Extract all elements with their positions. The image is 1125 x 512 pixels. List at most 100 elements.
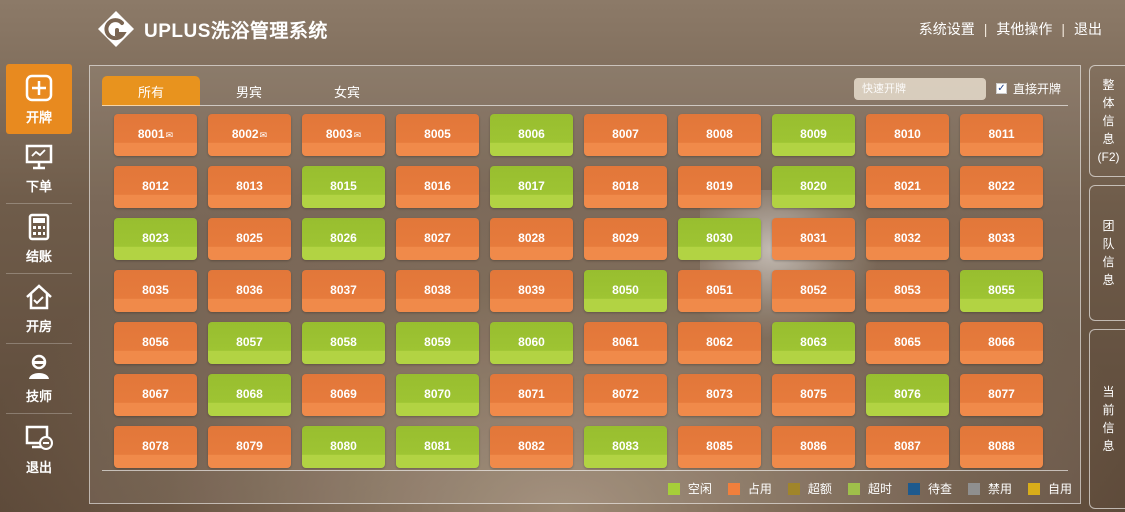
- room-card-8017[interactable]: 8017: [490, 166, 573, 208]
- room-card-8005[interactable]: 8005: [396, 114, 479, 156]
- tab-male[interactable]: 男宾: [200, 76, 298, 106]
- room-card-8010[interactable]: 8010: [866, 114, 949, 156]
- room-card-8059[interactable]: 8059: [396, 322, 479, 364]
- logout-link[interactable]: 退出: [1065, 19, 1111, 39]
- room-card-8072[interactable]: 8072: [584, 374, 667, 416]
- sidebar-item-logout[interactable]: 退出: [6, 414, 72, 484]
- room-card-8016[interactable]: 8016: [396, 166, 479, 208]
- room-card-8088[interactable]: 8088: [960, 426, 1043, 468]
- current-info-button[interactable]: 当前信息: [1089, 329, 1125, 509]
- room-card-8067[interactable]: 8067: [114, 374, 197, 416]
- room-card-8087[interactable]: 8087: [866, 426, 949, 468]
- room-card-8019[interactable]: 8019: [678, 166, 761, 208]
- room-card-8021[interactable]: 8021: [866, 166, 949, 208]
- room-card-8038[interactable]: 8038: [396, 270, 479, 312]
- room-card-8037[interactable]: 8037: [302, 270, 385, 312]
- room-card-8026[interactable]: 8026: [302, 218, 385, 260]
- sidebar-item-open-card[interactable]: 开牌: [6, 64, 72, 134]
- tab-all[interactable]: 所有: [102, 76, 200, 106]
- room-card-8031[interactable]: 8031: [772, 218, 855, 260]
- room-card-8055[interactable]: 8055: [960, 270, 1043, 312]
- room-card-8015[interactable]: 8015: [302, 166, 385, 208]
- room-card-8002[interactable]: 8002 ✉: [208, 114, 291, 156]
- room-card-8030[interactable]: 8030: [678, 218, 761, 260]
- room-card-8050[interactable]: 8050: [584, 270, 667, 312]
- sidebar-item-technician[interactable]: 技师: [6, 344, 72, 414]
- room-card-8007[interactable]: 8007: [584, 114, 667, 156]
- other-operations-link[interactable]: 其他操作: [987, 19, 1061, 39]
- room-card-8060[interactable]: 8060: [490, 322, 573, 364]
- room-number: 8071: [518, 387, 545, 401]
- room-card-8066[interactable]: 8066: [960, 322, 1043, 364]
- room-number: 8072: [612, 387, 639, 401]
- room-card-8079[interactable]: 8079: [208, 426, 291, 468]
- room-card-8086[interactable]: 8086: [772, 426, 855, 468]
- room-card-8081[interactable]: 8081: [396, 426, 479, 468]
- room-card-8068[interactable]: 8068: [208, 374, 291, 416]
- room-card-8022[interactable]: 8022: [960, 166, 1043, 208]
- room-card-8058[interactable]: 8058: [302, 322, 385, 364]
- room-card-8023[interactable]: 8023: [114, 218, 197, 260]
- room-card-8056[interactable]: 8056: [114, 322, 197, 364]
- room-card-8035[interactable]: 8035: [114, 270, 197, 312]
- room-card-8032[interactable]: 8032: [866, 218, 949, 260]
- room-card-8071[interactable]: 8071: [490, 374, 573, 416]
- room-card-8008[interactable]: 8008: [678, 114, 761, 156]
- room-card-8078[interactable]: 8078: [114, 426, 197, 468]
- room-number: 8007: [612, 127, 639, 141]
- room-card-8028[interactable]: 8028: [490, 218, 573, 260]
- sidebar-item-open-room[interactable]: 开房: [6, 274, 72, 344]
- room-card-8052[interactable]: 8052: [772, 270, 855, 312]
- room-card-8006[interactable]: 8006: [490, 114, 573, 156]
- room-card-8003[interactable]: 8003 ✉: [302, 114, 385, 156]
- room-card-8073[interactable]: 8073: [678, 374, 761, 416]
- room-card-8070[interactable]: 8070: [396, 374, 479, 416]
- room-number: 8005: [424, 127, 451, 141]
- room-card-8012[interactable]: 8012: [114, 166, 197, 208]
- overall-info-button[interactable]: 整体信息 (F2): [1089, 65, 1125, 177]
- room-card-8011[interactable]: 8011: [960, 114, 1043, 156]
- room-card-8065[interactable]: 8065: [866, 322, 949, 364]
- room-card-8020[interactable]: 8020: [772, 166, 855, 208]
- tab-female[interactable]: 女宾: [298, 76, 396, 106]
- sidebar-item-checkout[interactable]: 结账: [6, 204, 72, 274]
- room-card-8053[interactable]: 8053: [866, 270, 949, 312]
- room-card-8033[interactable]: 8033: [960, 218, 1043, 260]
- sidebar-item-order[interactable]: 下单: [6, 134, 72, 204]
- room-card-8025[interactable]: 8025: [208, 218, 291, 260]
- room-card-8063[interactable]: 8063: [772, 322, 855, 364]
- sidebar: 开牌 下单 结账 开房 技师 退出: [6, 64, 72, 484]
- room-card-8062[interactable]: 8062: [678, 322, 761, 364]
- room-card-8082[interactable]: 8082: [490, 426, 573, 468]
- info-button-char: 息: [1102, 273, 1115, 287]
- room-card-8029[interactable]: 8029: [584, 218, 667, 260]
- room-card-8027[interactable]: 8027: [396, 218, 479, 260]
- room-number: 8085: [706, 439, 733, 453]
- room-card-8075[interactable]: 8075: [772, 374, 855, 416]
- quick-open-input[interactable]: [854, 78, 986, 100]
- team-info-button[interactable]: 团队信息: [1089, 185, 1125, 321]
- room-card-8077[interactable]: 8077: [960, 374, 1043, 416]
- room-card-8076[interactable]: 8076: [866, 374, 949, 416]
- room-number: 8006: [518, 127, 545, 141]
- room-card-8057[interactable]: 8057: [208, 322, 291, 364]
- direct-open-checkbox[interactable]: ✓: [996, 83, 1007, 94]
- room-number: 8008: [706, 127, 733, 141]
- room-card-8080[interactable]: 8080: [302, 426, 385, 468]
- room-card-8061[interactable]: 8061: [584, 322, 667, 364]
- room-card-8039[interactable]: 8039: [490, 270, 573, 312]
- system-settings-link[interactable]: 系统设置: [910, 19, 984, 39]
- room-card-8085[interactable]: 8085: [678, 426, 761, 468]
- room-card-8009[interactable]: 8009: [772, 114, 855, 156]
- room-card-8036[interactable]: 8036: [208, 270, 291, 312]
- message-icon: ✉: [353, 129, 362, 140]
- room-card-8083[interactable]: 8083: [584, 426, 667, 468]
- room-card-8001[interactable]: 8001 ✉: [114, 114, 197, 156]
- room-card-8013[interactable]: 8013: [208, 166, 291, 208]
- info-button-char: 息: [1102, 132, 1115, 146]
- room-card-8069[interactable]: 8069: [302, 374, 385, 416]
- room-card-8051[interactable]: 8051: [678, 270, 761, 312]
- room-card-8018[interactable]: 8018: [584, 166, 667, 208]
- room-number: 8027: [424, 231, 451, 245]
- room-number: 8026: [330, 231, 357, 245]
